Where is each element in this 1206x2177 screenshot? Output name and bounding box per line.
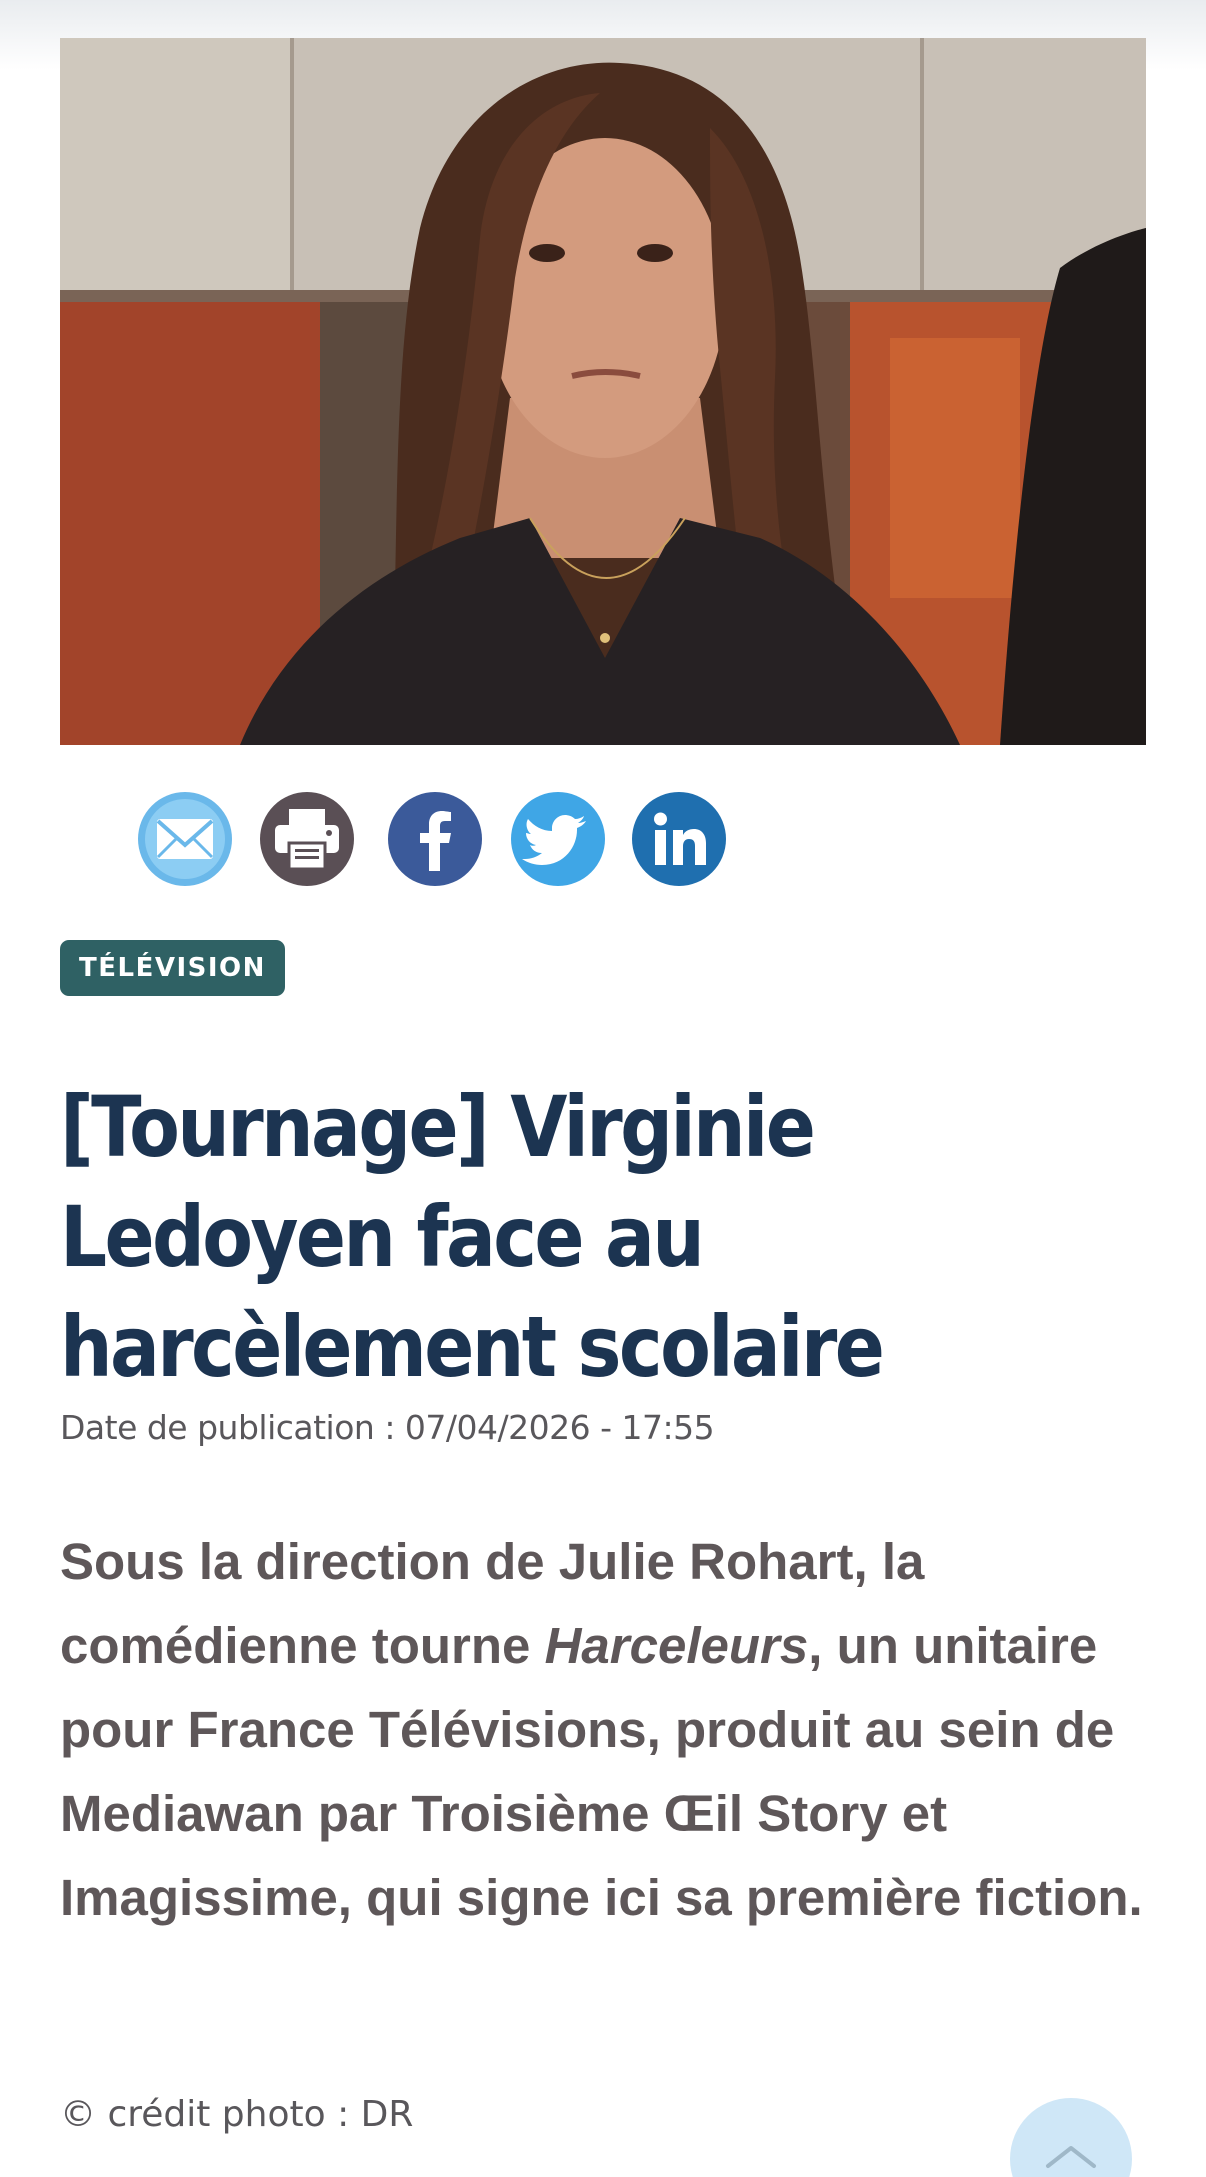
share-facebook-button[interactable]	[387, 791, 483, 887]
chevron-up-icon	[1046, 2146, 1096, 2168]
printer-icon	[260, 792, 354, 886]
share-print-button[interactable]	[259, 791, 355, 887]
lede-show-title: Harceleurs	[544, 1617, 809, 1674]
publication-date: Date de publication : 07/04/2026 - 17:55	[60, 1408, 715, 1447]
linkedin-icon	[632, 792, 726, 886]
share-email-button[interactable]	[137, 791, 233, 887]
category-tag[interactable]: TÉLÉVISION	[60, 940, 285, 996]
back-to-top-button[interactable]	[1010, 2098, 1132, 2177]
share-twitter-button[interactable]	[510, 791, 606, 887]
envelope-icon	[138, 792, 232, 886]
article-title: [Tournage] Virginie Ledoyen face au harc…	[60, 1078, 885, 1396]
share-linkedin-button[interactable]	[631, 791, 727, 887]
article-lede: Sous la direction de Julie Rohart, la co…	[60, 1520, 1150, 1940]
photo-credit: © crédit photo : DR	[60, 2094, 414, 2135]
hero-image	[60, 38, 1146, 745]
facebook-icon	[388, 792, 482, 886]
twitter-bird-icon	[511, 792, 605, 886]
